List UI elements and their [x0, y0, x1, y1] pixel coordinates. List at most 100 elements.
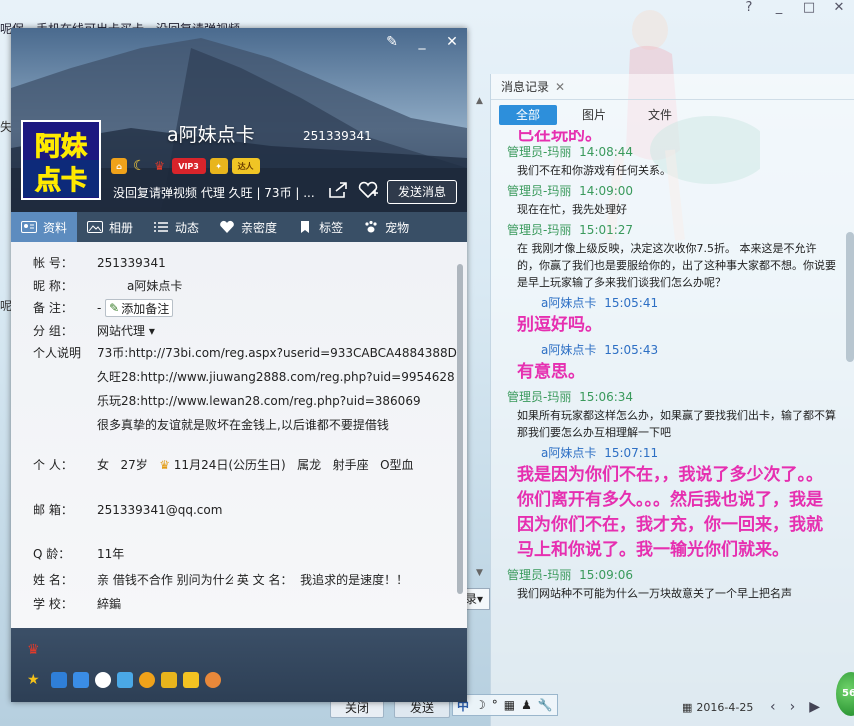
message-time: 15:07:11	[604, 446, 659, 460]
english-name-value: 我追求的是速度！！	[300, 573, 409, 587]
message-text: 我们网站种不可能为什么一万块故意关了一个早上把名声	[517, 587, 792, 600]
account-value[interactable]: 251339341	[97, 256, 166, 270]
send-message-button[interactable]: 发送消息	[387, 180, 457, 204]
filter-images[interactable]: 图片	[565, 105, 623, 125]
message-sender[interactable]: a阿妹点卡	[541, 343, 596, 357]
filter-files[interactable]: 文件	[631, 105, 689, 125]
scroll-down-arrow-icon[interactable]: ▼	[476, 568, 483, 578]
filter-all[interactable]: 全部	[499, 105, 557, 125]
last-page-icon[interactable]: ▶	[809, 699, 820, 715]
profile-nickname: a阿妹点卡	[167, 124, 255, 146]
maximize-icon[interactable]: □	[802, 1, 816, 15]
heart-add-icon[interactable]	[357, 180, 379, 200]
talent-icon[interactable]: ✦	[209, 158, 228, 174]
message-sender[interactable]: a阿妹点卡	[541, 446, 596, 460]
qq-penguin-icon[interactable]: ♛	[27, 642, 43, 658]
english-name-label: 英 文 名：	[236, 573, 293, 587]
penguin-icon[interactable]: ♛	[152, 158, 168, 174]
tab-label: 动态	[175, 220, 200, 235]
crown-icon: ♛	[159, 458, 170, 472]
crown-icon[interactable]	[161, 672, 177, 688]
message-meta: 管理员-玛丽 15:06:34	[507, 387, 843, 407]
tab-album[interactable]: 相册	[77, 212, 143, 242]
field-qq-age: Q 龄： 11年	[33, 545, 124, 562]
keyboard-icon[interactable]: ▦	[504, 698, 515, 712]
desc-line: 73币:http://73bi.com/reg.aspx?userid=933C…	[97, 346, 457, 360]
profile-scrollbar[interactable]	[457, 264, 463, 594]
tab-activity[interactable]: 动态	[143, 212, 209, 242]
date-stamp: ▦ 2016-4-25	[682, 701, 753, 714]
close-icon[interactable]: ✕	[832, 1, 846, 15]
badge-row: ⌂ ☾ ♛ VIP3 ✦ 达人	[111, 158, 260, 174]
group-select[interactable]: 网站代理 ▾	[97, 322, 155, 339]
field-label: 分 组：	[33, 324, 73, 338]
message-list: 已在玩的。 管理员-玛丽 14:08:44 我们不在和你游戏有任何关系。 管理员-玛…	[491, 130, 843, 726]
field-label: 邮 箱：	[33, 503, 73, 517]
scroll-up-arrow-icon[interactable]: ▲	[476, 96, 483, 106]
vip-badge[interactable]: VIP3	[171, 158, 206, 174]
filter-bar: 全部 图片 文件	[491, 100, 854, 130]
moon-icon[interactable]: ☾	[131, 158, 148, 174]
camera-icon[interactable]	[51, 672, 67, 688]
card-window-controls: ✎ _ ✕	[385, 34, 459, 50]
message-sender[interactable]: a阿妹点卡	[541, 296, 596, 310]
message-history-panel: 消息记录 ✕ 全部 图片 文件 已在玩的。 管理员-玛丽 14:08:44 我们不…	[490, 74, 854, 726]
tab-intimacy[interactable]: 亲密度	[209, 212, 287, 242]
list-icon	[154, 222, 169, 232]
add-remark-button[interactable]: ✎ 添加备注	[105, 299, 174, 317]
tab-tags[interactable]: 标签	[287, 212, 353, 242]
game-icon[interactable]	[117, 672, 133, 688]
tab-pet[interactable]: 宠物	[353, 212, 419, 242]
field-label: 个 人：	[33, 458, 73, 472]
message-sender[interactable]: 管理员-玛丽	[507, 390, 571, 404]
vip-shield-icon[interactable]	[183, 672, 199, 688]
bookmark-icon	[301, 221, 310, 233]
message-time: 15:09:06	[579, 568, 634, 582]
tab-profile[interactable]: 资料	[11, 212, 78, 242]
calendar-icon[interactable]: ▦	[682, 701, 692, 714]
minimize-icon[interactable]: _	[415, 34, 429, 50]
pet-icon[interactable]	[205, 672, 221, 688]
gender-value: 女	[97, 458, 110, 472]
message-sender[interactable]: 管理员-玛丽	[507, 568, 571, 582]
minimize-icon[interactable]: _	[772, 1, 786, 15]
next-page-icon[interactable]: ›	[790, 699, 796, 715]
talent-badge[interactable]: 达人	[231, 158, 260, 174]
profile-signature: 没回复请弹视频 代理 久旺 | 73币 | ...	[113, 186, 315, 200]
star-icon[interactable]: ★	[27, 672, 43, 688]
profile-header: ✎ _ ✕ 阿妹 点卡 a阿妹点卡 251339341 ⌂ ☾ ♛ VIP3 ✦…	[11, 28, 467, 212]
message-sender[interactable]: 管理员-玛丽	[507, 145, 571, 159]
close-tab-icon[interactable]: ✕	[555, 80, 565, 94]
punctuation-icon[interactable]: °	[492, 698, 498, 712]
share-icon[interactable]	[327, 180, 349, 200]
message-gap	[507, 602, 843, 604]
moon-icon[interactable]: ☽	[475, 698, 486, 712]
constellation-value: 射手座	[332, 458, 369, 472]
skin-brush-icon[interactable]: ✎	[385, 34, 399, 50]
eye-icon[interactable]	[95, 672, 111, 688]
message-partial: 已在玩的。	[517, 130, 602, 142]
message-sender[interactable]: 管理员-玛丽	[507, 184, 571, 198]
wrench-icon[interactable]: 🔧	[538, 698, 553, 712]
message-text: 有意思。	[517, 362, 585, 382]
field-label: 个人说明	[33, 346, 82, 360]
help-icon[interactable]: ?	[742, 1, 756, 15]
user-icon[interactable]: ♟	[521, 698, 532, 712]
tab-label: 宠物	[385, 220, 410, 235]
field-label: 帐 号：	[33, 256, 73, 270]
message-sender[interactable]: 管理员-玛丽	[507, 223, 571, 237]
history-scrollbar[interactable]	[846, 232, 854, 362]
prev-page-icon[interactable]: ‹	[770, 699, 776, 715]
pencil-icon: ✎	[109, 301, 120, 315]
avatar[interactable]: 阿妹 点卡	[21, 120, 101, 200]
music-icon[interactable]	[139, 672, 155, 688]
email-value[interactable]: 251339341@qq.com	[97, 503, 222, 517]
shield-icon[interactable]	[73, 672, 89, 688]
home-icon[interactable]: ⌂	[111, 158, 127, 174]
paw-icon	[365, 220, 377, 233]
tab-message-history[interactable]: 消息记录 ✕	[501, 78, 565, 95]
message-meta: a阿妹点卡 15:05:43	[507, 340, 843, 360]
close-icon[interactable]: ✕	[445, 34, 459, 50]
birthday-value: 11月24日(公历生日)	[173, 458, 286, 472]
field-nickname: 昵 称： a阿妹点卡	[33, 277, 182, 294]
